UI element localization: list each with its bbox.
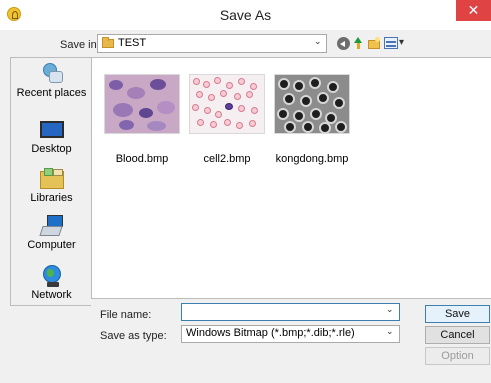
- network-icon: [39, 264, 65, 288]
- close-icon: ✕: [467, 2, 480, 18]
- chevron-down-icon: ⌄: [386, 326, 394, 336]
- save-type-value: Windows Bitmap (*.bmp;*.dib;*.rle): [186, 327, 355, 339]
- file-name-label: File name:: [100, 309, 152, 321]
- up-folder-icon[interactable]: [352, 37, 365, 50]
- file-name-field[interactable]: ⌄: [181, 303, 400, 321]
- view-menu-caret-icon[interactable]: ▾: [399, 37, 404, 48]
- save-type-select[interactable]: Windows Bitmap (*.bmp;*.dib;*.rle) ⌄: [181, 325, 400, 343]
- save-button[interactable]: Save: [425, 305, 490, 323]
- chevron-down-icon: ⌄: [314, 36, 322, 46]
- dialog-title: Save As: [219, 7, 272, 23]
- place-label: Libraries: [30, 192, 73, 204]
- place-recent-places[interactable]: Recent places: [11, 62, 92, 99]
- place-label: Computer: [27, 239, 76, 251]
- place-label: Recent places: [16, 87, 87, 99]
- save-in-label: Save in:: [60, 39, 100, 51]
- new-folder-icon[interactable]: [368, 37, 381, 50]
- file-list[interactable]: Blood.bmp cell2.bmp kongdong.bmp: [91, 57, 491, 299]
- file-item-kongdong[interactable]: kongdong.bmp: [262, 74, 362, 165]
- place-label: Network: [31, 289, 72, 301]
- close-button[interactable]: ✕: [456, 0, 491, 21]
- computer-icon: [38, 214, 65, 238]
- place-computer[interactable]: Computer: [11, 214, 92, 251]
- save-type-label: Save as type:: [100, 330, 167, 342]
- desktop-icon: [39, 118, 65, 142]
- back-icon[interactable]: [337, 37, 350, 50]
- place-network[interactable]: Network: [11, 264, 92, 301]
- place-desktop[interactable]: Desktop: [11, 118, 92, 155]
- file-name: kongdong.bmp: [275, 153, 349, 165]
- chevron-down-icon[interactable]: ⌄: [386, 304, 394, 315]
- place-libraries[interactable]: Libraries: [11, 167, 92, 204]
- save-in-value: TEST: [118, 37, 147, 49]
- save-as-dialog: Save As ✕ Save in: TEST ⌄ ▾ Recent place…: [0, 0, 491, 383]
- recent-places-icon: [39, 62, 65, 86]
- libraries-icon: [39, 167, 65, 191]
- places-bar: Recent places Desktop Libraries Computer…: [10, 57, 91, 306]
- view-menu-icon[interactable]: [384, 37, 398, 49]
- option-button[interactable]: Option: [425, 347, 490, 365]
- file-thumbnail: [104, 74, 180, 134]
- save-in-combo[interactable]: TEST ⌄: [97, 34, 327, 53]
- place-label: Desktop: [31, 143, 72, 155]
- file-thumbnail: [189, 74, 265, 134]
- cancel-button[interactable]: Cancel: [425, 326, 490, 344]
- title-bar: Save As ✕: [0, 0, 491, 30]
- folder-icon: [102, 37, 114, 48]
- file-thumbnail: [274, 74, 350, 134]
